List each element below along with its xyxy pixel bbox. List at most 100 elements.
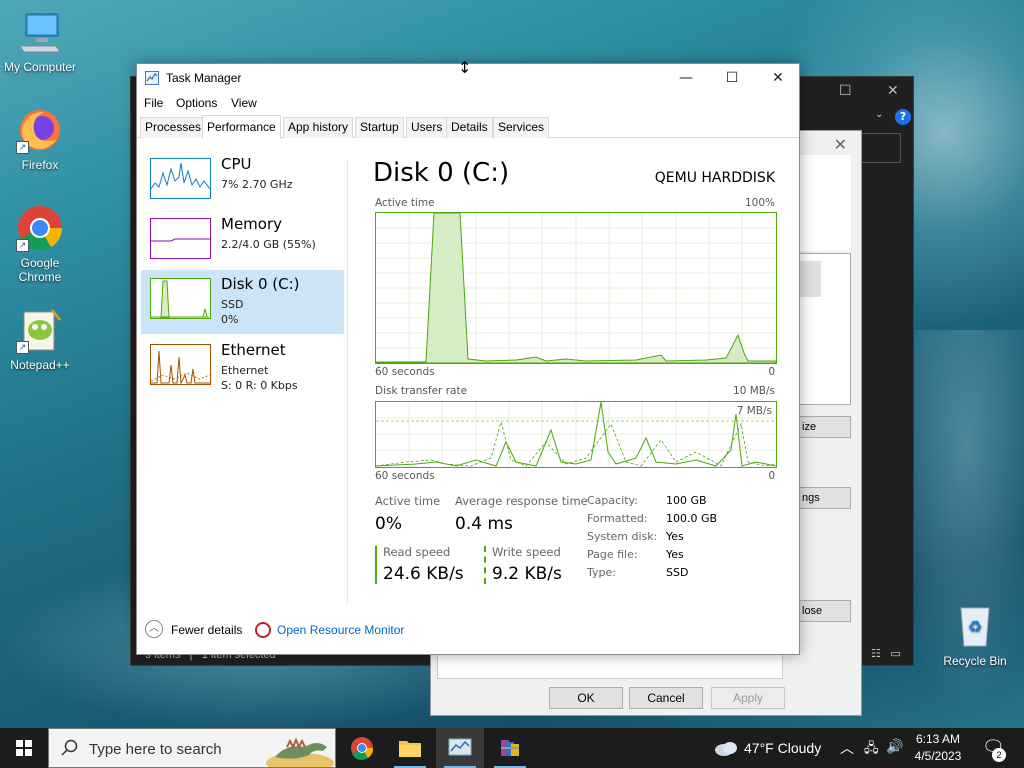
dialog-side-button[interactable]: lose — [793, 600, 851, 622]
fewer-details-link[interactable]: Fewer details — [171, 623, 242, 637]
task-manager-icon — [145, 71, 159, 85]
clock-date[interactable]: 4/5/2023 — [910, 749, 966, 763]
ok-button[interactable]: OK — [549, 687, 623, 709]
desktop-icon-chrome[interactable]: ↗ Google Chrome — [0, 204, 80, 284]
taskbar-winrar[interactable] — [486, 728, 534, 768]
large-icons-view-icon[interactable]: ▭ — [890, 647, 900, 660]
resource-name: Disk 0 (C:) — [221, 275, 300, 293]
property-key: Type: — [587, 566, 616, 579]
close-icon[interactable]: ✕ — [887, 83, 899, 99]
ethernet-thumbnail-graph — [150, 344, 211, 385]
menu-view[interactable]: View — [231, 96, 257, 110]
active-time-graph — [375, 212, 777, 364]
desktop-icon-firefox[interactable]: ↗ Firefox — [0, 106, 80, 172]
taskbar-file-explorer[interactable] — [386, 728, 434, 768]
resource-name: CPU — [221, 155, 252, 173]
transfer-rate-graph-max: 10 MB/s — [733, 385, 775, 397]
resource-item-memory[interactable]: Memory 2.2/4.0 GB (55%) — [141, 210, 344, 274]
graph-zero-label: 0 — [768, 470, 775, 482]
help-icon[interactable]: ? — [895, 109, 911, 125]
desktop-icon-label: Google Chrome — [18, 256, 62, 284]
taskbar-chrome[interactable] — [338, 728, 386, 768]
cloud-icon — [715, 742, 737, 756]
desktop-icon-notepadpp[interactable]: ↗ Notepad++ — [0, 306, 80, 372]
avg-response-label: Average response time — [455, 494, 588, 508]
task-manager-icon — [448, 738, 472, 756]
chevron-down-icon[interactable]: ⌄ — [875, 109, 883, 120]
computer-icon — [16, 8, 64, 56]
apply-button[interactable]: Apply — [711, 687, 785, 709]
menu-file[interactable]: File — [144, 96, 163, 110]
dialog-side-button[interactable]: ngs — [793, 487, 851, 509]
open-resource-monitor-link[interactable]: Open Resource Monitor — [277, 623, 404, 637]
resource-name: Ethernet — [221, 341, 286, 359]
close-icon[interactable]: ✕ — [755, 64, 801, 92]
cancel-button[interactable]: Cancel — [629, 687, 703, 709]
network-icon[interactable]: 🖧 — [864, 739, 879, 761]
desktop-icon-label: Recycle Bin — [943, 654, 1007, 668]
tab-users[interactable]: Users — [406, 117, 448, 138]
tab-app-history[interactable]: App history — [283, 117, 354, 138]
menu-bar: File Options View — [137, 94, 799, 114]
tab-startup[interactable]: Startup — [355, 117, 404, 138]
tab-performance[interactable]: Performance — [202, 115, 281, 139]
chevron-up-icon[interactable]: ︿ — [840, 738, 854, 758]
read-speed-bar — [375, 546, 377, 584]
transfer-rate-graph: 7 MB/s — [375, 401, 777, 468]
minimize-icon[interactable]: — — [663, 64, 709, 92]
maximize-icon[interactable]: ☐ — [709, 64, 755, 92]
taskbar-search-box[interactable]: Type here to search — [48, 728, 336, 768]
active-time-graph-max: 100% — [744, 197, 775, 209]
active-time-graph-label: Active time — [375, 197, 435, 209]
property-key: Capacity: — [587, 494, 638, 507]
desktop-icon-recycle-bin[interactable]: ♻ Recycle Bin — [935, 602, 1015, 668]
read-speed-label: Read speed — [383, 545, 451, 559]
tab-services[interactable]: Services — [493, 117, 550, 138]
dialog-side-button[interactable]: ize — [793, 416, 851, 438]
search-icon — [61, 739, 78, 756]
close-icon[interactable]: ✕ — [834, 135, 847, 154]
firefox-icon: ↗ — [16, 106, 64, 154]
resource-detail: 0% — [221, 313, 239, 326]
write-speed-label: Write speed — [492, 545, 561, 559]
folder-icon — [399, 741, 421, 757]
start-button[interactable] — [0, 728, 48, 768]
task-manager-window[interactable]: Task Manager — ☐ ✕ File Options View Pro… — [136, 63, 800, 655]
read-speed-value: 24.6 KB/s — [383, 564, 464, 584]
tab-bar: Processes Performance App history Startu… — [137, 115, 799, 139]
property-value: Yes — [666, 548, 684, 561]
collapse-chevron-icon[interactable]: ︿ — [145, 620, 163, 638]
active-time-value: 0% — [375, 514, 402, 534]
active-time-label: Active time — [375, 494, 441, 508]
task-manager-footer: ︿ Fewer details Open Resource Monitor — [137, 616, 799, 646]
resource-item-disk[interactable]: Disk 0 (C:) SSD 0% — [141, 270, 344, 334]
volume-icon[interactable]: 🔊 — [886, 738, 903, 755]
property-value: Yes — [666, 530, 684, 543]
resource-monitor-icon — [255, 622, 271, 638]
view-toggle[interactable]: ☷ ▭ — [871, 647, 901, 660]
resize-cursor-icon: ↕ — [458, 58, 472, 77]
shortcut-arrow-icon: ↗ — [16, 141, 29, 154]
archive-icon — [501, 740, 519, 756]
weather-text[interactable]: 47°F Cloudy — [744, 740, 821, 756]
graph-zero-label: 0 — [768, 366, 775, 378]
tab-processes[interactable]: Processes — [140, 117, 207, 138]
desktop-icon-my-computer[interactable]: My Computer — [0, 8, 80, 74]
clock-time[interactable]: 6:13 AM — [914, 732, 962, 746]
menu-options[interactable]: Options — [176, 96, 217, 110]
taskbar: Type here to search 47°F Cloudy ︿ 🖧 🔊 6:… — [0, 728, 1024, 768]
graph-time-label: 60 seconds — [375, 470, 435, 482]
memory-thumbnail-graph — [150, 218, 211, 259]
maximize-icon[interactable]: ☐ — [839, 83, 852, 99]
tab-details[interactable]: Details — [446, 117, 493, 138]
property-value: 100 GB — [666, 494, 707, 507]
transfer-marker-label: 7 MB/s — [736, 405, 772, 417]
shortcut-arrow-icon: ↗ — [16, 239, 29, 252]
details-view-icon[interactable]: ☷ — [871, 647, 881, 660]
cpu-thumbnail-graph — [150, 158, 211, 199]
resource-item-ethernet[interactable]: Ethernet Ethernet S: 0 R: 0 Kbps — [141, 336, 344, 400]
property-key: Formatted: — [587, 512, 648, 525]
graph-time-label: 60 seconds — [375, 366, 435, 378]
taskbar-task-manager[interactable] — [436, 728, 484, 768]
resource-item-cpu[interactable]: CPU 7% 2.70 GHz — [141, 150, 344, 214]
